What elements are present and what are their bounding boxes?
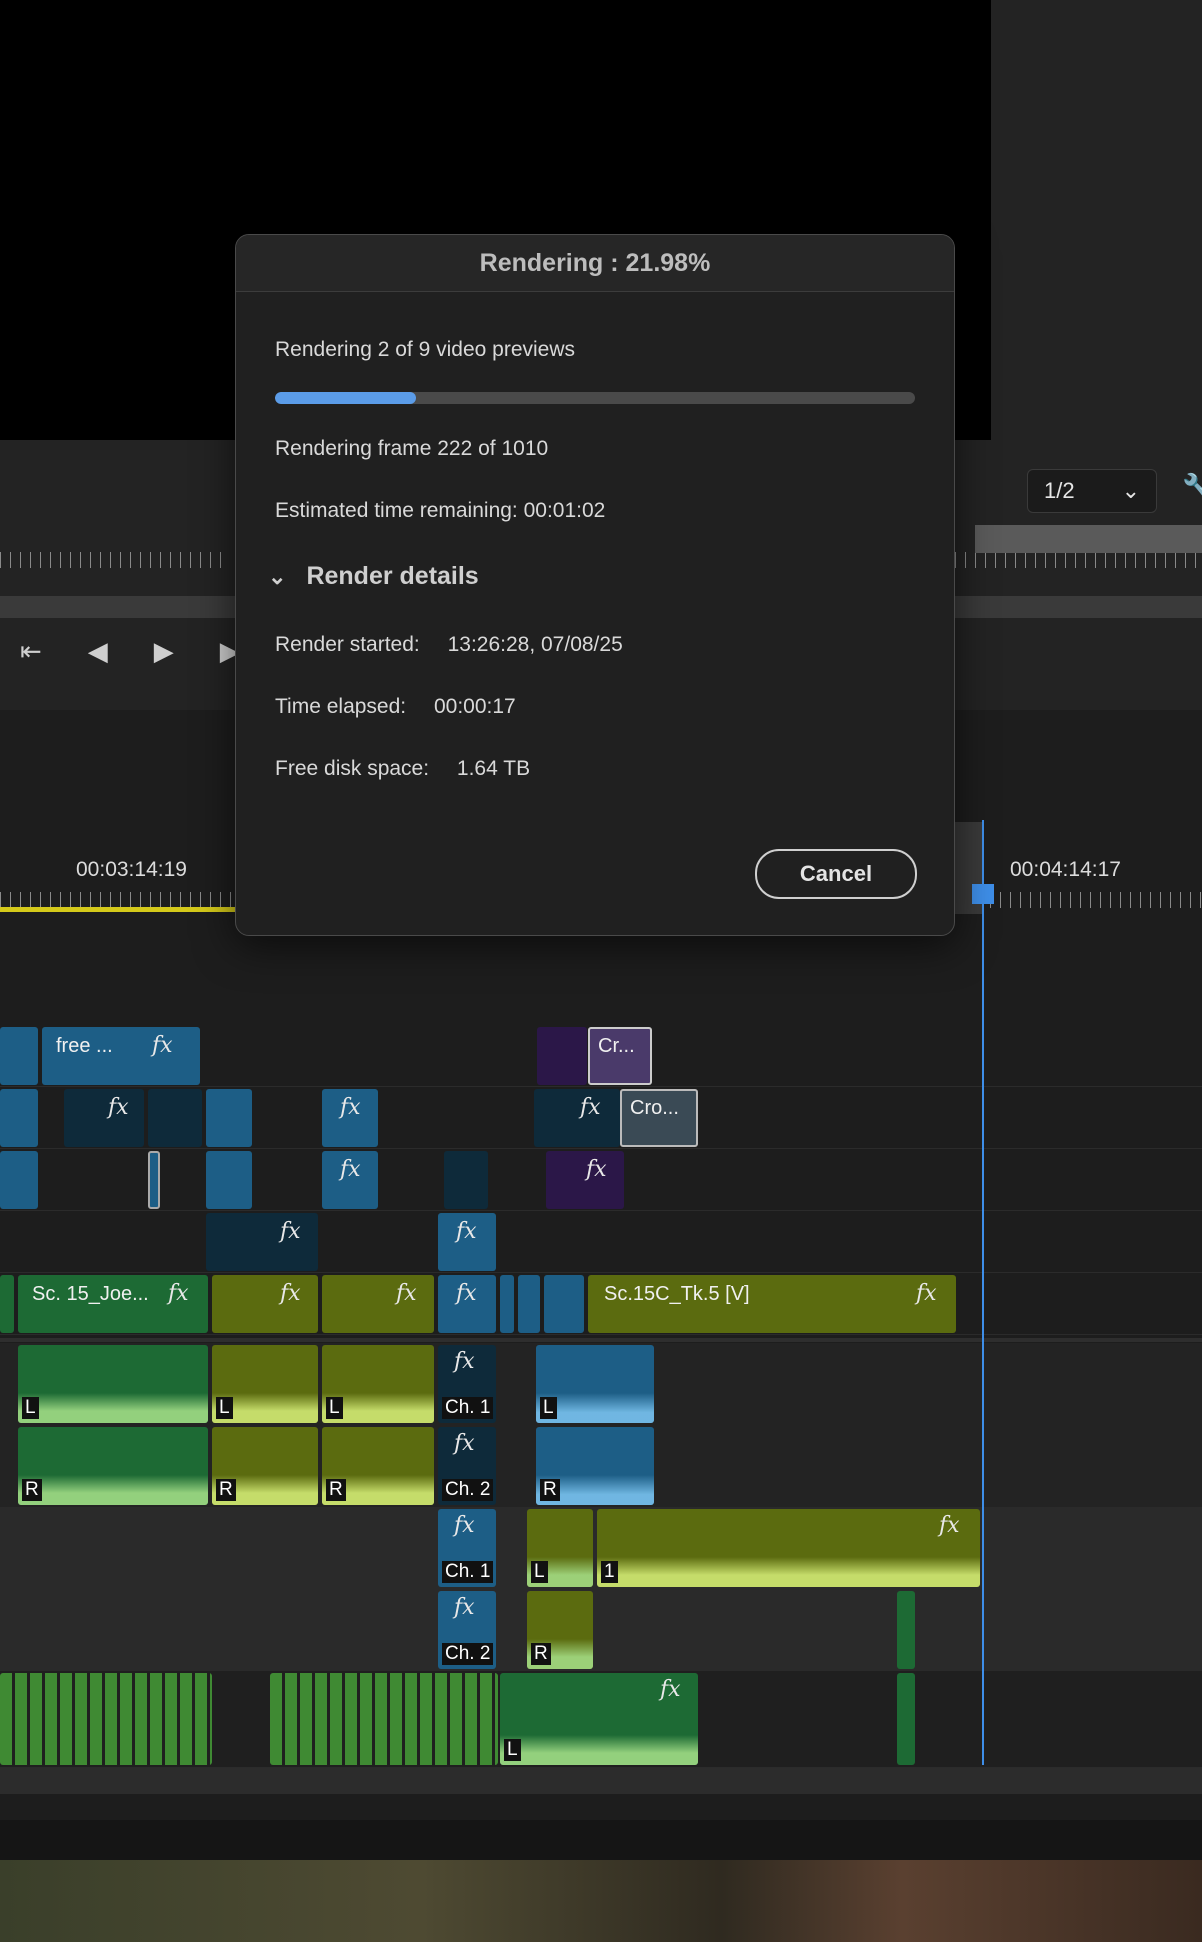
desktop-background-image xyxy=(0,1860,1202,1942)
clip[interactable] xyxy=(518,1275,540,1333)
clip-audio[interactable]: L xyxy=(18,1345,208,1423)
clip[interactable] xyxy=(0,1089,38,1147)
clip[interactable]: fx xyxy=(546,1151,624,1209)
previews-status: Rendering 2 of 9 video previews xyxy=(275,338,576,361)
clip[interactable] xyxy=(0,1275,14,1333)
render-details-toggle[interactable]: ⌄ Render details xyxy=(268,562,479,591)
clip-audio[interactable]: R xyxy=(322,1427,434,1505)
track-a1: L L L fx Ch. 1 L xyxy=(0,1343,1202,1426)
render-started-row: Render started: 13:26:28, 07/08/25 xyxy=(275,633,623,657)
render-progress-bar xyxy=(275,392,915,404)
clip[interactable] xyxy=(537,1027,587,1085)
track-v1: Sc. 15_Joe... fx fx fx fx Sc.15C_Tk.5 [V… xyxy=(0,1273,1202,1335)
clip-cro[interactable]: Cro... xyxy=(620,1089,698,1147)
clip[interactable]: fx xyxy=(534,1089,620,1147)
clip-sc15c[interactable]: Sc.15C_Tk.5 [V] fx xyxy=(588,1275,956,1333)
render-started-value: 13:26:28, 07/08/25 xyxy=(447,633,623,656)
time-elapsed-value: 00:00:17 xyxy=(433,695,516,718)
track-v4: free ... fx Cr... xyxy=(0,1025,1202,1087)
track-a4: fx Ch. 2 R xyxy=(0,1589,1202,1672)
track-v1-upper: fx fx xyxy=(0,1211,1202,1273)
clip[interactable] xyxy=(500,1275,514,1333)
go-to-in-icon[interactable]: ⇤ xyxy=(20,636,42,667)
clip[interactable] xyxy=(206,1151,252,1209)
track-a5: Lfx xyxy=(0,1671,1202,1768)
eta-status: Estimated time remaining: 00:01:02 xyxy=(275,499,606,522)
clip-audio-strip[interactable] xyxy=(270,1673,498,1765)
cancel-button[interactable]: Cancel xyxy=(755,849,917,899)
timecode-left: 00:03:14:19 xyxy=(76,858,187,881)
clip-audio[interactable]: L xyxy=(322,1345,434,1423)
clip-free[interactable]: free ... fx xyxy=(42,1027,200,1085)
clip[interactable] xyxy=(544,1275,584,1333)
track-a2: R R R fx Ch. 2 R xyxy=(0,1425,1202,1508)
clip-audio[interactable] xyxy=(897,1673,915,1765)
step-back-icon[interactable]: ◀ xyxy=(88,636,108,667)
clip-cr[interactable]: Cr... xyxy=(588,1027,652,1085)
track-v2: fx fx xyxy=(0,1149,1202,1211)
clip-audio[interactable]: R xyxy=(212,1427,318,1505)
clip-audio[interactable]: fx Ch. 2 xyxy=(438,1591,496,1669)
clip[interactable] xyxy=(148,1089,202,1147)
wrench-icon[interactable]: 🔧 xyxy=(1182,472,1202,503)
timecode-right: 00:04:14:17 xyxy=(1010,858,1121,881)
clip-audio[interactable]: 1 fx xyxy=(597,1509,980,1587)
monitor-ruler[interactable] xyxy=(0,552,230,568)
clip[interactable] xyxy=(0,1151,38,1209)
clip-audio[interactable]: R xyxy=(18,1427,208,1505)
free-disk-value: 1.64 TB xyxy=(456,757,531,780)
clip-audio[interactable]: fx Ch. 1 xyxy=(438,1345,496,1423)
chevron-down-icon: ⌄ xyxy=(1121,478,1140,503)
play-icon[interactable]: ▶ xyxy=(154,636,174,667)
clip[interactable]: fx xyxy=(322,1151,378,1209)
panel-footer xyxy=(0,1820,1202,1860)
render-details-label: Render details xyxy=(306,562,479,590)
clip-audio[interactable]: R xyxy=(527,1591,593,1669)
rendering-dialog: Rendering : 21.98% Rendering 2 of 9 vide… xyxy=(235,234,955,936)
clip[interactable]: fx xyxy=(212,1275,318,1333)
frame-status: Rendering frame 222 of 1010 xyxy=(275,437,549,460)
clip[interactable]: fx xyxy=(206,1213,318,1271)
time-elapsed-label: Time elapsed: xyxy=(275,695,407,718)
zoom-value: 1/2 xyxy=(1044,478,1075,503)
clip-audio[interactable]: R xyxy=(536,1427,654,1505)
render-progress-fill xyxy=(275,392,416,404)
dialog-title: Rendering : 21.98% xyxy=(236,235,954,292)
timeline-scrollbar[interactable] xyxy=(0,1768,1202,1794)
clip-audio[interactable] xyxy=(897,1591,915,1669)
clip-audio[interactable]: Lfx xyxy=(500,1673,698,1765)
clip[interactable]: fx xyxy=(438,1275,496,1333)
clip[interactable]: fx xyxy=(64,1089,144,1147)
track-v3: fx fx fx Cro... xyxy=(0,1087,1202,1149)
render-bar xyxy=(0,907,235,912)
source-panel xyxy=(991,0,1202,440)
track-divider xyxy=(0,1338,1202,1342)
clip[interactable]: fx xyxy=(322,1089,378,1147)
clip[interactable] xyxy=(0,1027,38,1085)
free-disk-row: Free disk space: 1.64 TB xyxy=(275,757,530,781)
monitor-ruler-range[interactable] xyxy=(975,525,1202,553)
clip-audio[interactable]: fx Ch. 2 xyxy=(438,1427,496,1505)
zoom-select[interactable]: 1/2 ⌄ xyxy=(1027,469,1157,513)
clip-audio[interactable]: L xyxy=(212,1345,318,1423)
clip-audio-strip[interactable] xyxy=(0,1673,212,1765)
clip-sc15[interactable]: Sc. 15_Joe... fx xyxy=(18,1275,208,1333)
clip-audio[interactable]: L xyxy=(536,1345,654,1423)
monitor-ruler-right[interactable] xyxy=(955,552,1202,568)
free-disk-label: Free disk space: xyxy=(275,757,430,780)
clip[interactable] xyxy=(444,1151,488,1209)
clip[interactable] xyxy=(206,1089,252,1147)
chevron-down-icon: ⌄ xyxy=(268,563,287,589)
clip-audio[interactable]: L xyxy=(527,1509,593,1587)
playhead-line xyxy=(982,820,984,1765)
clip[interactable]: fx xyxy=(438,1213,496,1271)
clip-edge[interactable] xyxy=(148,1151,160,1209)
time-elapsed-row: Time elapsed: 00:00:17 xyxy=(275,695,516,719)
clip-audio[interactable]: fx Ch. 1 xyxy=(438,1509,496,1587)
track-a3: fx Ch. 1 L 1 fx xyxy=(0,1507,1202,1590)
clip[interactable]: fx xyxy=(322,1275,434,1333)
render-started-label: Render started: xyxy=(275,633,420,656)
